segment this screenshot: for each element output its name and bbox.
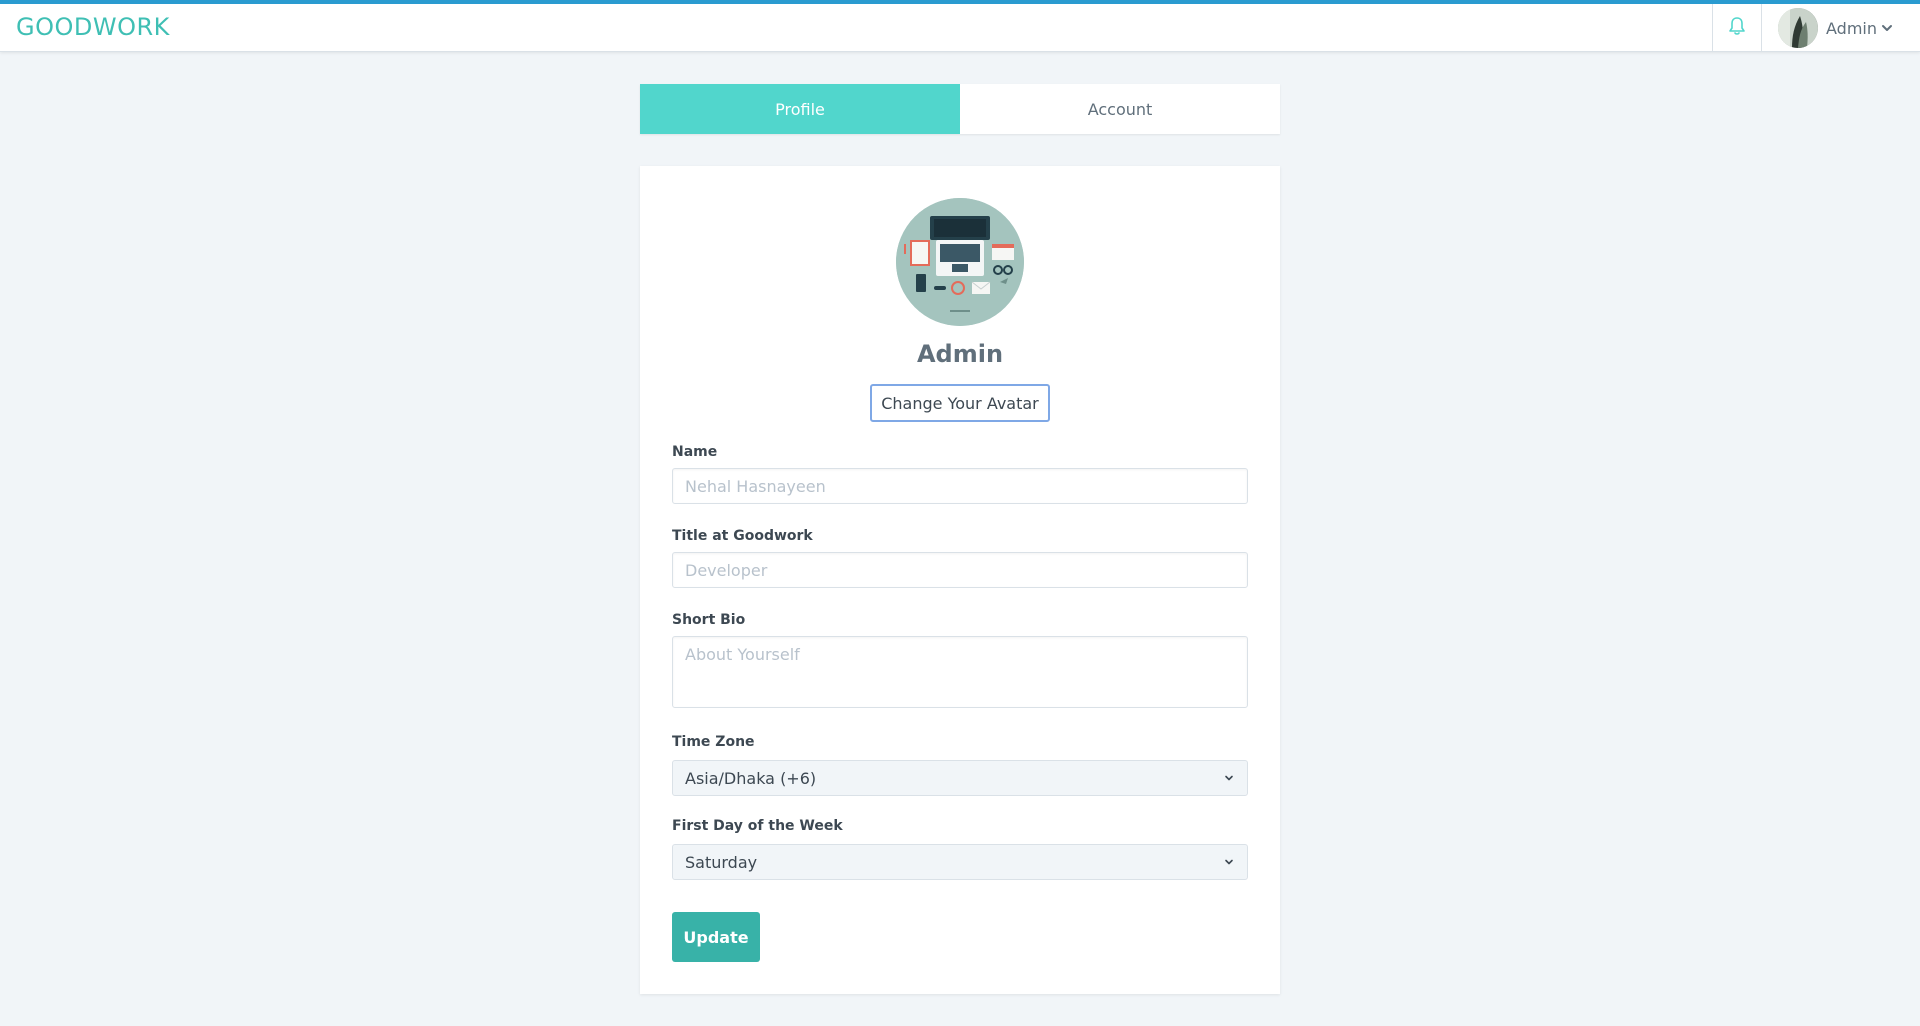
profile-avatar — [896, 198, 1024, 326]
name-input[interactable] — [672, 468, 1248, 504]
timezone-select[interactable]: Asia/Dhaka (+6) — [672, 760, 1248, 796]
timezone-label: Time Zone — [672, 734, 755, 750]
first-day-label: First Day of the Week — [672, 818, 843, 834]
bio-textarea[interactable] — [672, 636, 1248, 708]
top-navbar: GOODWORK Admin — [0, 0, 1920, 52]
first-day-value: Saturday — [685, 852, 758, 872]
settings-tabs: Profile Account — [640, 84, 1280, 134]
chevron-down-icon — [1881, 22, 1893, 34]
workspace-illustration-icon — [896, 198, 1024, 326]
profile-card: Admin Change Your Avatar Name Title at G… — [640, 166, 1280, 994]
name-label: Name — [672, 444, 718, 460]
timezone-value: Asia/Dhaka (+6) — [685, 768, 817, 788]
title-input[interactable] — [672, 552, 1248, 588]
user-menu[interactable]: Admin — [1778, 8, 1893, 48]
chevron-down-icon — [1223, 853, 1235, 872]
first-day-select[interactable]: Saturday — [672, 844, 1248, 880]
brand-logo[interactable]: GOODWORK — [16, 13, 170, 41]
avatar — [1778, 8, 1818, 48]
tab-profile[interactable]: Profile — [640, 84, 960, 134]
update-button[interactable]: Update — [672, 912, 760, 962]
title-label: Title at Goodwork — [672, 528, 813, 544]
profile-name: Admin — [916, 340, 1004, 368]
bell-icon — [1728, 16, 1746, 40]
bio-label: Short Bio — [672, 612, 746, 628]
user-name: Admin — [1826, 18, 1877, 38]
notifications-button[interactable] — [1712, 4, 1762, 52]
chevron-down-icon — [1223, 769, 1235, 788]
tab-account[interactable]: Account — [960, 84, 1280, 134]
change-avatar-button[interactable]: Change Your Avatar — [870, 384, 1050, 422]
